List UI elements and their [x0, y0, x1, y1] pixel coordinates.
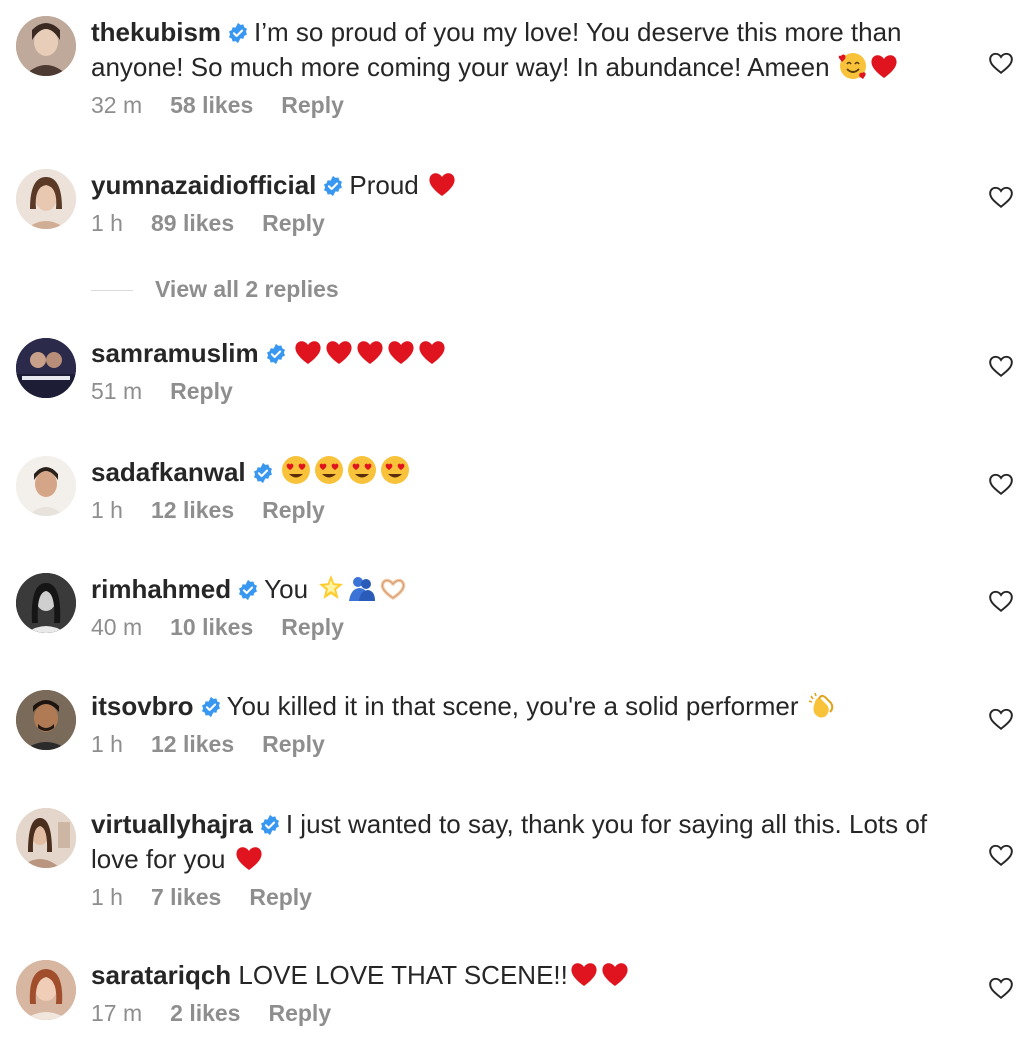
- comment-meta: 17 m 2 likes Reply: [91, 998, 951, 1028]
- comment-likes[interactable]: 2 likes: [170, 1000, 240, 1026]
- heart-eyes-emoji: [379, 454, 411, 486]
- like-heart-icon[interactable]: [988, 50, 1014, 76]
- comment-time: 1 h: [91, 884, 123, 910]
- comment-text: LOVE LOVE THAT SCENE!!: [238, 960, 568, 990]
- like-heart-icon[interactable]: [988, 842, 1014, 868]
- avatar[interactable]: [16, 169, 76, 229]
- red-heart-emoji: [386, 337, 416, 367]
- verified-badge-icon: [237, 579, 259, 601]
- heart-eyes-emoji: [346, 454, 378, 486]
- like-heart-icon[interactable]: [988, 471, 1014, 497]
- comment-meta: 1 h 12 likes Reply: [91, 729, 951, 759]
- red-heart-emoji: [427, 169, 457, 199]
- comment-username[interactable]: thekubism: [91, 17, 221, 47]
- comment-username[interactable]: rimhahmed: [91, 574, 231, 604]
- comment-username[interactable]: samramuslim: [91, 338, 259, 368]
- reply-button[interactable]: Reply: [262, 497, 325, 523]
- red-heart-emoji: [417, 337, 447, 367]
- comment-likes[interactable]: 10 likes: [170, 614, 253, 640]
- comment-time: 1 h: [91, 731, 123, 757]
- comment-meta: 1 h 12 likes Reply: [91, 495, 951, 525]
- reply-button[interactable]: Reply: [281, 614, 344, 640]
- comment-likes[interactable]: 7 likes: [151, 884, 221, 910]
- reply-button[interactable]: Reply: [262, 210, 325, 236]
- verified-badge-icon: [227, 22, 249, 44]
- heart-eyes-emoji: [313, 454, 345, 486]
- clapping-hands-emoji: [807, 690, 837, 720]
- comment-meta: 1 h 89 likes Reply: [91, 208, 951, 238]
- comment-text: You: [264, 574, 309, 604]
- red-heart-emoji: [293, 337, 323, 367]
- view-replies-button[interactable]: View all 2 replies: [91, 276, 339, 304]
- comment-time: 17 m: [91, 1000, 143, 1026]
- avatar[interactable]: [16, 573, 76, 633]
- comment-text: Proud: [349, 170, 419, 200]
- comment-time: 51 m: [91, 378, 143, 404]
- reply-button[interactable]: Reply: [170, 378, 233, 404]
- comment-username[interactable]: saratariqch: [91, 960, 231, 990]
- comment-time: 32 m: [91, 92, 143, 118]
- verified-badge-icon: [200, 696, 222, 718]
- red-heart-emoji: [600, 959, 630, 989]
- avatar[interactable]: [16, 16, 76, 76]
- comment-likes[interactable]: 12 likes: [151, 497, 234, 523]
- view-replies-label[interactable]: View all 2 replies: [155, 276, 339, 302]
- comment-meta: 51 m Reply: [91, 376, 951, 406]
- comment-likes[interactable]: 89 likes: [151, 210, 234, 236]
- comment-username[interactable]: itsovbro: [91, 691, 194, 721]
- red-heart-emoji: [355, 337, 385, 367]
- glowing-star-emoji: [316, 573, 346, 603]
- heart-hands-emoji: [378, 573, 408, 603]
- comment-username[interactable]: virtuallyhajra: [91, 809, 253, 839]
- replies-divider: [91, 290, 133, 292]
- avatar[interactable]: [16, 960, 76, 1020]
- like-heart-icon[interactable]: [988, 588, 1014, 614]
- red-heart-emoji: [569, 959, 599, 989]
- reply-button[interactable]: Reply: [262, 731, 325, 757]
- heart-eyes-emoji: [280, 454, 312, 486]
- comment-text: You killed it in that scene, you're a so…: [226, 691, 799, 721]
- verified-badge-icon: [259, 814, 281, 836]
- avatar[interactable]: [16, 338, 76, 398]
- verified-badge-icon: [252, 462, 274, 484]
- like-heart-icon[interactable]: [988, 353, 1014, 379]
- verified-badge-icon: [322, 175, 344, 197]
- reply-button[interactable]: Reply: [268, 1000, 331, 1026]
- avatar[interactable]: [16, 456, 76, 516]
- comment-meta: 1 h 7 likes Reply: [91, 882, 951, 912]
- verified-badge-icon: [265, 343, 287, 365]
- red-heart-emoji: [234, 843, 264, 873]
- comment-time: 1 h: [91, 210, 123, 236]
- comment-time: 1 h: [91, 497, 123, 523]
- like-heart-icon[interactable]: [988, 706, 1014, 732]
- smiling-face-with-hearts-emoji: [838, 51, 868, 81]
- avatar[interactable]: [16, 690, 76, 750]
- people-hugging-emoji: [347, 573, 377, 603]
- red-heart-emoji: [324, 337, 354, 367]
- comment-meta: 32 m 58 likes Reply: [91, 90, 951, 120]
- comment-likes[interactable]: 12 likes: [151, 731, 234, 757]
- like-heart-icon[interactable]: [988, 184, 1014, 210]
- reply-button[interactable]: Reply: [249, 884, 312, 910]
- avatar[interactable]: [16, 808, 76, 868]
- comment-username[interactable]: sadafkanwal: [91, 457, 246, 487]
- comment-meta: 40 m 10 likes Reply: [91, 612, 951, 642]
- comment-likes[interactable]: 58 likes: [170, 92, 253, 118]
- red-heart-emoji: [869, 51, 899, 81]
- like-heart-icon[interactable]: [988, 975, 1014, 1001]
- comment-time: 40 m: [91, 614, 143, 640]
- reply-button[interactable]: Reply: [281, 92, 344, 118]
- comment-username[interactable]: yumnazaidiofficial: [91, 170, 316, 200]
